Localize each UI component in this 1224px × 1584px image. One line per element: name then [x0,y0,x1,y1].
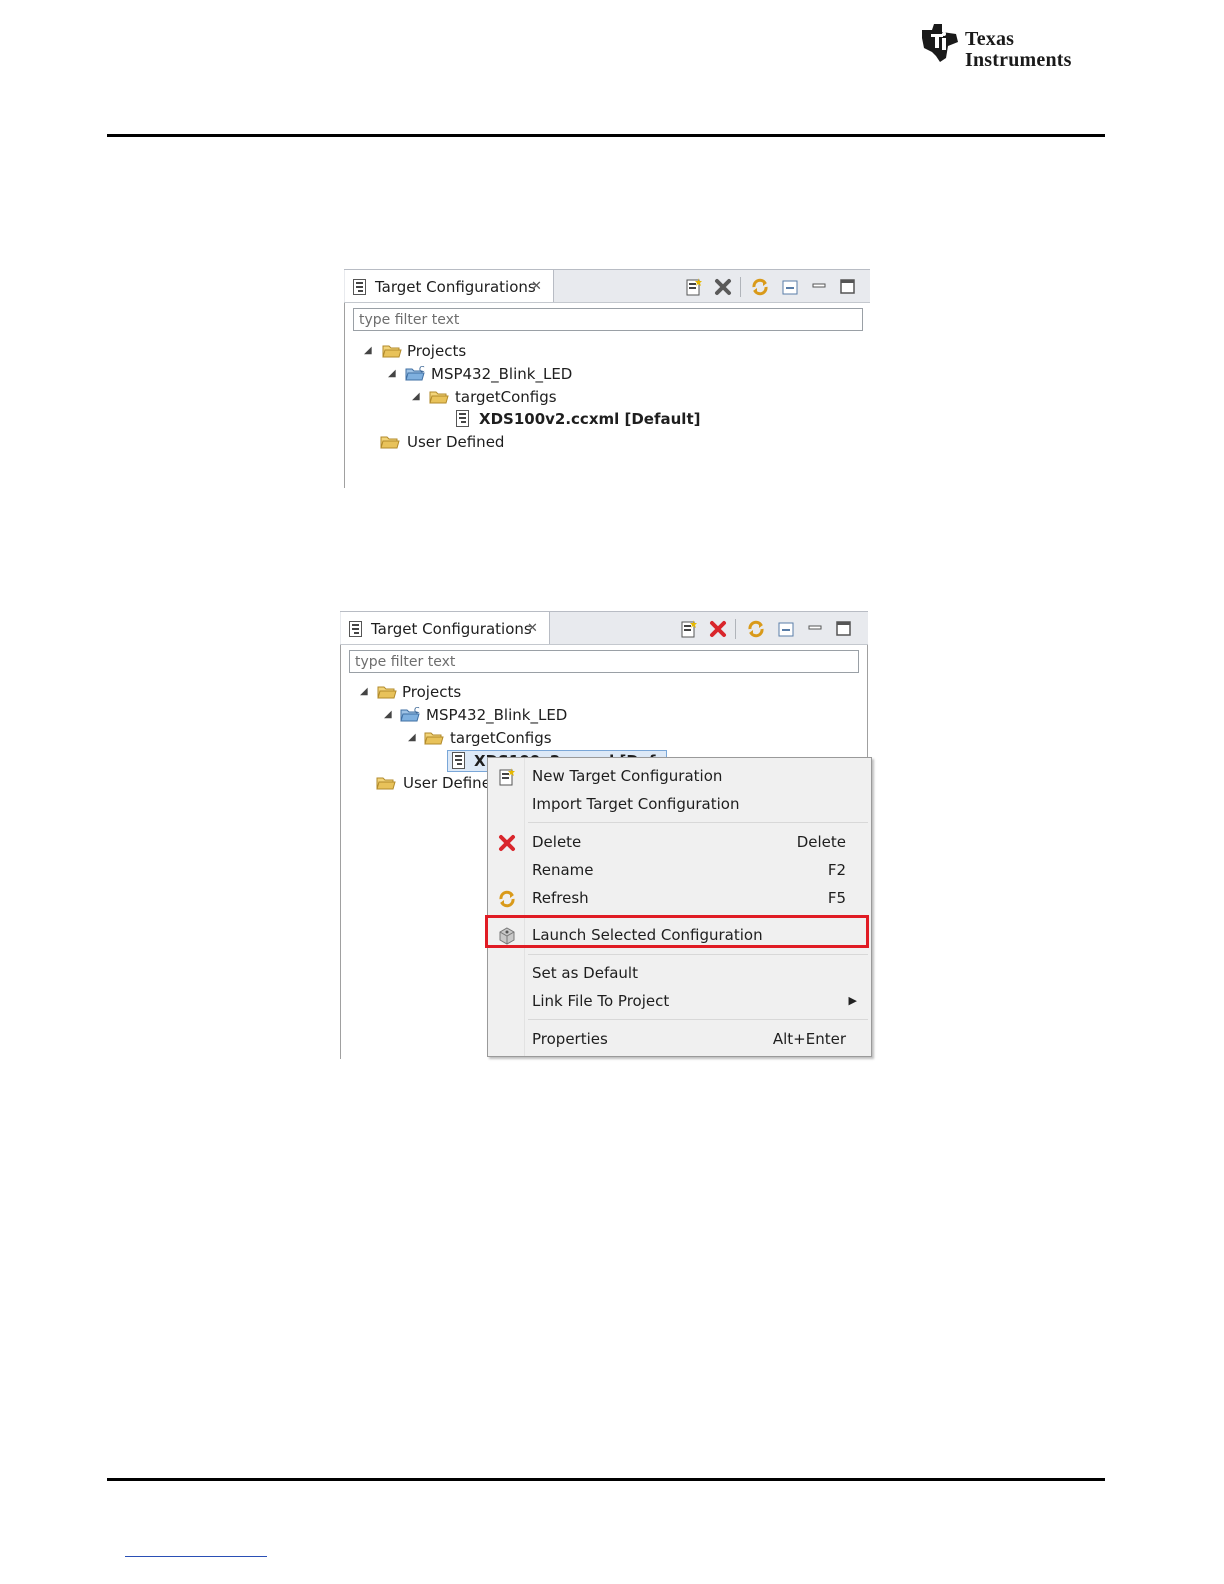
menu-item-label: Rename [532,861,594,879]
tree-label: User Defined [407,433,505,451]
menu-item-label: Set as Default [532,964,638,982]
maximize-icon[interactable] [834,619,854,639]
open-folder-icon [376,777,396,790]
tree-label: targetConfigs [450,729,552,747]
texas-state-logo-icon [922,24,958,62]
refresh-icon[interactable] [750,277,770,297]
menu-item-import-target-configuration[interactable]: Import Target Configuration [488,791,871,817]
menu-item-delete[interactable]: Delete Delete [488,829,871,855]
svg-text:C: C [419,365,425,374]
footer-rule [107,1478,1105,1481]
menu-item-shortcut: F5 [827,889,846,907]
menu-item-new-target-configuration[interactable]: New Target Configuration [488,763,871,789]
close-tab-icon[interactable]: ✕ [527,621,538,636]
tree-label: targetConfigs [455,388,557,406]
target-config-file-icon [452,752,465,769]
new-target-config-icon[interactable] [679,619,699,639]
delete-icon[interactable] [713,277,733,297]
delete-icon [499,835,515,851]
tab-label: Target Configurations [375,278,536,296]
menu-item-label: Import Target Configuration [532,795,740,813]
expand-arrow-icon[interactable]: ◢ [384,709,392,720]
menu-item-properties[interactable]: Properties Alt+Enter [488,1026,871,1052]
menu-item-shortcut: Delete [796,833,846,851]
open-folder-icon [382,345,402,358]
open-folder-icon [380,436,400,449]
menu-item-label: Link File To Project [532,992,670,1010]
filter-input[interactable]: type filter text [353,308,863,331]
new-target-config-icon [499,768,515,786]
panel-tab-bar: Target Configurations ✕ [340,611,868,645]
tree-label: XDS100v2.ccxml [Default] [479,410,701,428]
toolbar-separator [735,619,736,639]
tab-target-configurations[interactable]: Target Configurations ✕ [341,612,550,644]
target-config-file-icon [456,410,469,427]
expand-arrow-icon[interactable]: ◢ [412,391,420,402]
filter-placeholder: type filter text [355,654,456,670]
tab-label: Target Configurations [371,620,532,638]
expand-arrow-icon[interactable]: ◢ [408,732,416,743]
submenu-arrow-icon: ▶ [848,994,857,1007]
menu-item-link-file-to-project[interactable]: Link File To Project ▶ [488,988,871,1014]
delete-icon[interactable] [708,619,728,639]
tree-label: User Defined [403,774,501,792]
target-config-file-icon [349,621,362,637]
target-config-file-icon [353,279,366,295]
project-folder-icon: C [400,706,420,722]
menu-item-rename[interactable]: Rename F2 [488,857,871,883]
launch-highlight-box [485,915,869,948]
menu-item-label: Refresh [532,889,589,907]
svg-text:C: C [414,706,420,715]
panel-tab-bar: Target Configurations ✕ [344,269,870,303]
menu-separator [528,822,868,823]
menu-item-label: New Target Configuration [532,767,723,785]
context-menu: New Target Configuration Import Target C… [487,757,872,1057]
target-configurations-panel-top: Target Configurations ✕ type filter text… [344,269,870,488]
minimize-icon[interactable] [810,277,830,297]
open-folder-icon [377,686,397,699]
new-target-config-icon[interactable] [684,277,704,297]
menu-separator [528,1019,868,1020]
project-folder-icon: C [405,365,425,381]
minimize-icon[interactable] [806,619,826,639]
open-folder-icon [429,391,449,404]
maximize-icon[interactable] [838,277,858,297]
expand-arrow-icon[interactable]: ◢ [388,368,396,379]
refresh-icon [499,890,515,908]
logo-text-line2: Instruments [965,49,1072,71]
tree-label: Projects [407,342,467,360]
tree-label: MSP432_Blink_LED [426,706,568,724]
collapse-all-icon[interactable] [780,277,800,297]
footer-link-underline[interactable] [125,1556,267,1557]
menu-item-label: Delete [532,833,582,851]
menu-separator [528,954,868,955]
refresh-icon[interactable] [746,619,766,639]
tree-label: Projects [402,683,462,701]
filter-placeholder: type filter text [359,312,460,328]
ti-logo: Texas Instruments [918,22,1108,72]
tab-target-configurations[interactable]: Target Configurations ✕ [345,270,554,302]
expand-arrow-icon[interactable]: ◢ [364,345,372,356]
menu-item-set-as-default[interactable]: Set as Default [488,960,871,986]
open-folder-icon [424,732,444,745]
menu-item-refresh[interactable]: Refresh F5 [488,885,871,911]
toolbar-separator [740,277,741,297]
menu-item-label: Properties [532,1030,608,1048]
panel-border [340,611,341,1059]
close-tab-icon[interactable]: ✕ [531,279,542,294]
tree-label: MSP432_Blink_LED [431,365,573,383]
header-rule [107,134,1105,137]
expand-arrow-icon[interactable]: ◢ [360,686,368,697]
collapse-all-icon[interactable] [776,619,796,639]
menu-item-shortcut: F2 [827,861,846,879]
filter-input[interactable]: type filter text [349,650,859,673]
menu-item-shortcut: Alt+Enter [772,1030,846,1048]
logo-text-line1: Texas [965,28,1015,50]
